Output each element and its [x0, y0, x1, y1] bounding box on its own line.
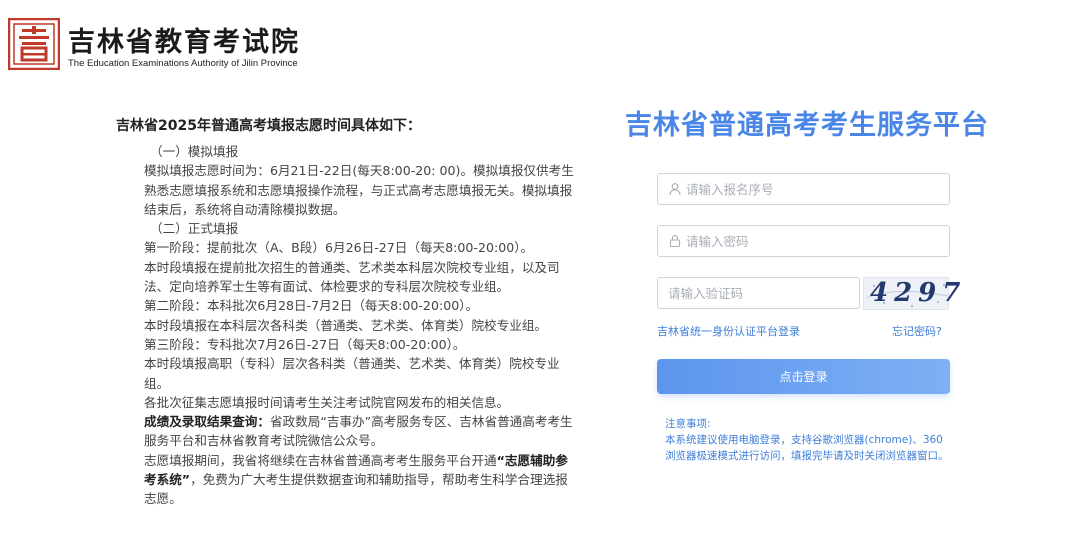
- forgot-password-link[interactable]: 忘记密码?: [892, 323, 942, 339]
- tips-panel: 注意事项: 本系统建议使用电脑登录，支持谷歌浏览器(chrome)、360浏览器…: [665, 416, 950, 464]
- login-button[interactable]: 点击登录: [657, 359, 950, 394]
- notice-panel: 吉林省2025年普通高考填报志愿时间具体如下： （一）模拟填报 模拟填报志愿时间…: [116, 116, 576, 509]
- captcha-input[interactable]: [668, 285, 859, 301]
- stage1-desc: 本时段填报在提前批次招生的普通类、艺术类本科层次院校专业组，以及司法、定向培养军…: [144, 259, 560, 295]
- stage2-text: 第二阶段：本科批次6月28日-7月2日（每天8:00-20:00）。: [144, 298, 479, 314]
- logo-icon: [8, 18, 60, 70]
- stage3-text: 第三阶段：专科批次7月26日-27日（每天8:00-20:00）。: [144, 336, 466, 352]
- captcha-image[interactable]: 4297: [863, 277, 960, 310]
- platform-title: 吉林省普通高考考生服务平台: [625, 110, 989, 141]
- assist-text-after: ，免费为广大考生提供数据查询和辅助指导，帮助考生科学合理选报志愿。: [144, 472, 568, 507]
- password-field[interactable]: [657, 225, 950, 257]
- assist-text-before: 志愿填报期间，我省将继续在吉林省普通高考考生服务平台开通: [144, 452, 497, 468]
- supplement-text: 各批次征集志愿填报时间请考生关注考试院官网发布的相关信息。: [144, 394, 510, 410]
- tips-title: 注意事项:: [665, 418, 711, 430]
- username-field[interactable]: [657, 173, 950, 205]
- user-icon: [669, 183, 681, 196]
- stage3-desc: 本时段填报高职（专科）层次各科类（普通类、艺术类、体育类）院校专业组。: [144, 356, 560, 391]
- stage2-desc: 本时段填报在本科层次各科类（普通类、艺术类、体育类）院校专业组。: [144, 317, 547, 333]
- notice-title: 吉林省2025年普通高考填报志愿时间具体如下：: [116, 118, 421, 134]
- section1-heading: （一）模拟填报: [150, 144, 239, 159]
- site-title: 吉林省教育考试院: [68, 27, 300, 58]
- id-auth-link[interactable]: 吉林省统一身份认证平台登录: [657, 323, 800, 339]
- username-input[interactable]: [686, 181, 949, 197]
- password-input[interactable]: [686, 233, 949, 249]
- results-paragraph: 成绩及录取结果查询：省政数局“吉事办”高考服务专区、吉林省普通高考考生服务平台和…: [116, 412, 576, 451]
- site-header: 吉林省教育考试院 The Education Examinations Auth…: [8, 10, 348, 72]
- results-label: 成绩及录取结果查询：: [144, 414, 270, 430]
- site-subtitle: The Education Examinations Authority of …: [68, 58, 298, 69]
- stage1-text: 第一阶段：提前批次（A、B段）6月26日-27日（每天8:00-20:00）。: [144, 240, 534, 256]
- captcha-text: 4297: [870, 278, 967, 308]
- notice-body: （一）模拟填报 模拟填报志愿时间为：6月21日-22日(每天8:00-20: 0…: [116, 142, 576, 509]
- assist-paragraph: 志愿填报期间，我省将继续在吉林省普通高考考生服务平台开通“志愿辅助参考系统”，免…: [116, 451, 576, 509]
- captcha-field[interactable]: [657, 277, 860, 309]
- lock-icon: [669, 234, 681, 248]
- tips-text: 本系统建议使用电脑登录，支持谷歌浏览器(chrome)、360浏览器极速模式进行…: [665, 434, 949, 462]
- section1-text: 模拟填报志愿时间为：6月21日-22日(每天8:00-20: 00)。模拟填报仅…: [144, 163, 574, 217]
- section2-heading: （二）正式填报: [150, 221, 239, 237]
